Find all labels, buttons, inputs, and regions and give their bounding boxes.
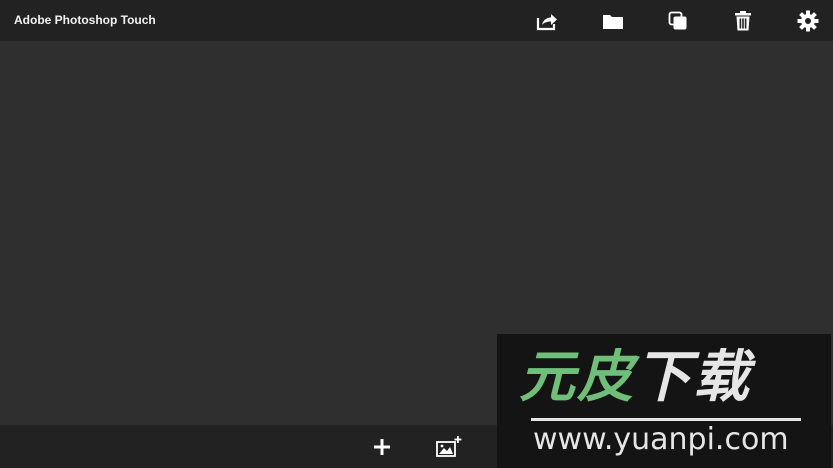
new-project-button[interactable] xyxy=(369,434,395,460)
duplicate-icon xyxy=(668,11,687,30)
delete-button[interactable] xyxy=(730,8,756,34)
add-image-icon xyxy=(436,436,462,457)
import-image-button[interactable] xyxy=(436,434,462,460)
top-toolbar: Adobe Photoshop Touch xyxy=(0,0,833,41)
share-icon xyxy=(536,14,557,31)
share-button[interactable] xyxy=(534,8,560,34)
app-title: Adobe Photoshop Touch xyxy=(14,13,156,27)
gear-icon xyxy=(797,10,819,32)
plus-icon xyxy=(374,439,390,455)
watermark-green-text: 元皮 xyxy=(519,345,635,410)
watermark-logo: 元皮下载 www.yuanpi.com xyxy=(497,334,831,468)
folder-icon xyxy=(603,15,623,29)
watermark-chinese-text: 元皮下载 xyxy=(519,346,751,410)
open-folder-button[interactable] xyxy=(600,8,626,34)
settings-button[interactable] xyxy=(795,8,821,34)
watermark-white-text: 下载 xyxy=(635,345,751,410)
watermark-url: www.yuanpi.com xyxy=(533,422,789,457)
duplicate-button[interactable] xyxy=(665,8,691,34)
app-window: Adobe Photoshop Touch 元皮下载 www.yuanpi.co… xyxy=(0,0,833,468)
watermark-divider xyxy=(531,418,801,421)
trash-icon xyxy=(735,11,751,31)
